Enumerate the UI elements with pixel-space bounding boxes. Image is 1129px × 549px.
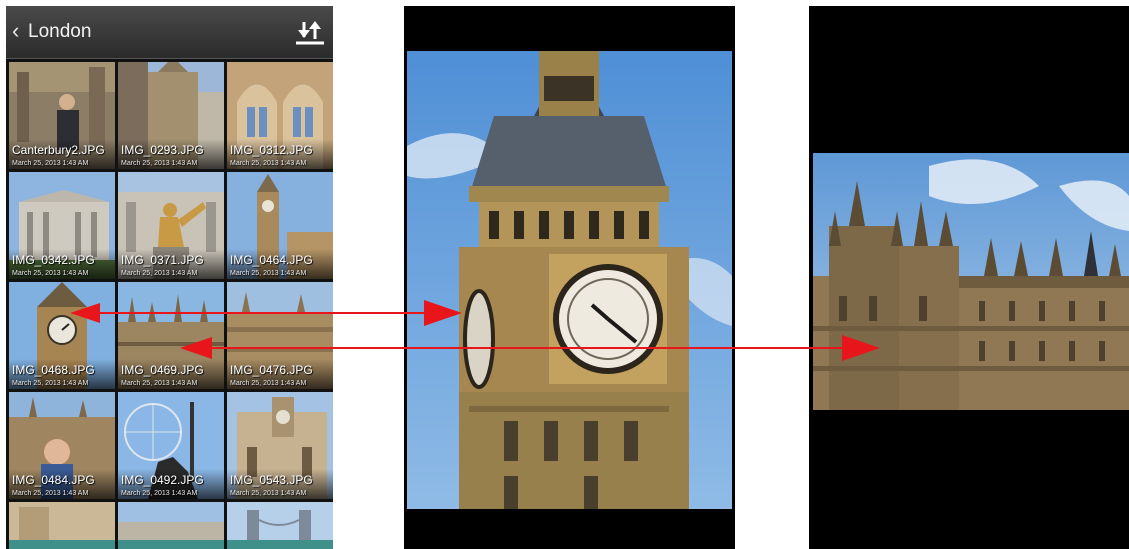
photo-date: March 25, 2013 1:43 AM	[12, 490, 89, 497]
photo-tile[interactable]	[227, 502, 333, 549]
clock-tower-photo	[407, 51, 732, 509]
album-title[interactable]: London	[28, 21, 91, 43]
sort-button[interactable]	[295, 18, 325, 48]
photo-filename: IMG_0476.JPG	[230, 363, 313, 377]
photo-tile[interactable]: IMG_0371.JPG March 25, 2013 1:43 AM	[118, 172, 224, 279]
photo-tile[interactable]: IMG_0468.JPG March 25, 2013 1:43 AM	[9, 282, 115, 389]
photo-filename: IMG_0492.JPG	[121, 473, 204, 487]
photo-thumbnail	[9, 502, 115, 549]
photo-date: March 25, 2013 1:43 AM	[12, 380, 89, 387]
sort-arrows-icon	[296, 21, 324, 45]
photo-filename: IMG_0484.JPG	[12, 473, 95, 487]
photo-tile[interactable]: IMG_0476.JPG March 25, 2013 1:43 AM	[227, 282, 333, 389]
photo-tile[interactable]	[9, 502, 115, 549]
photo-filename: IMG_0468.JPG	[12, 363, 95, 377]
photo-tile[interactable]: IMG_0492.JPG March 25, 2013 1:43 AM	[118, 392, 224, 499]
photo-tile[interactable]: IMG_0293.JPG March 25, 2013 1:43 AM	[118, 62, 224, 169]
photo-date: March 25, 2013 1:43 AM	[230, 490, 307, 497]
photo-date: March 25, 2013 1:43 AM	[121, 490, 198, 497]
photo-date: March 25, 2013 1:43 AM	[121, 380, 198, 387]
photo-filename: IMG_0464.JPG	[230, 253, 313, 267]
photo-filename: IMG_0342.JPG	[12, 253, 95, 267]
parliament-photo	[813, 153, 1129, 410]
photo-tile[interactable]: IMG_0312.JPG March 25, 2013 1:43 AM	[227, 62, 333, 169]
photo-tile[interactable]: Canterbury2.JPG March 25, 2013 1:43 AM	[9, 62, 115, 169]
photo-thumbnail	[118, 502, 224, 549]
action-bar: ‹ London	[6, 6, 333, 59]
photo-tile[interactable]: IMG_0464.JPG March 25, 2013 1:43 AM	[227, 172, 333, 279]
gallery-screen: ‹ London Canterbury2.JPG March 25, 2013 …	[6, 6, 333, 549]
photo-date: March 25, 2013 1:43 AM	[12, 270, 89, 277]
photo-date: March 25, 2013 1:43 AM	[121, 270, 198, 277]
photo-date: March 25, 2013 1:43 AM	[230, 270, 307, 277]
photo-tile[interactable]: IMG_0342.JPG March 25, 2013 1:43 AM	[9, 172, 115, 279]
photo-date: March 25, 2013 1:43 AM	[121, 160, 198, 167]
photo-filename: IMG_0371.JPG	[121, 253, 204, 267]
photo-filename: IMG_0469.JPG	[121, 363, 204, 377]
photo-date: March 25, 2013 1:43 AM	[230, 160, 307, 167]
photo-tile[interactable]: IMG_0484.JPG March 25, 2013 1:43 AM	[9, 392, 115, 499]
photo-preview-landscape	[809, 6, 1129, 549]
photo-date: March 25, 2013 1:43 AM	[230, 380, 307, 387]
photo-tile[interactable]: IMG_0543.JPG March 25, 2013 1:43 AM	[227, 392, 333, 499]
photo-filename: Canterbury2.JPG	[12, 143, 105, 157]
photo-preview-portrait	[404, 6, 735, 549]
back-chevron-icon[interactable]: ‹	[12, 19, 19, 43]
photo-filename: IMG_0293.JPG	[121, 143, 204, 157]
photo-filename: IMG_0543.JPG	[230, 473, 313, 487]
photo-tile[interactable]: IMG_0469.JPG March 25, 2013 1:43 AM	[118, 282, 224, 389]
photo-thumbnail	[227, 502, 333, 549]
photo-date: March 25, 2013 1:43 AM	[12, 160, 89, 167]
photo-filename: IMG_0312.JPG	[230, 143, 313, 157]
photo-tile[interactable]	[118, 502, 224, 549]
